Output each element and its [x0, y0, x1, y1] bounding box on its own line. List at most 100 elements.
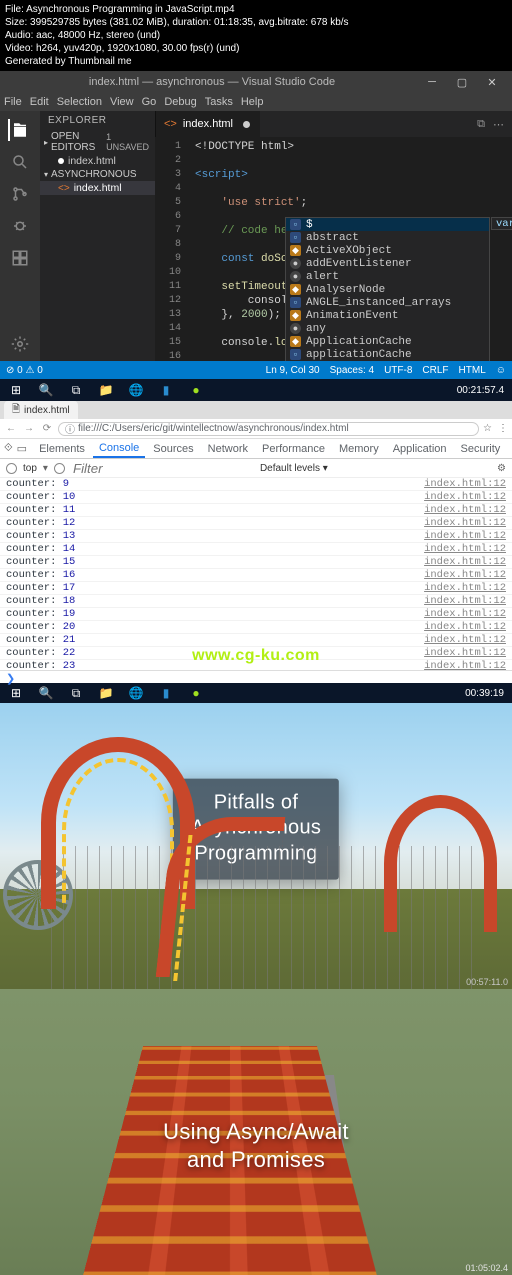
debug-activity-icon[interactable] — [9, 215, 31, 237]
clear-console-icon[interactable] — [6, 463, 17, 474]
chrome-taskbar-icon[interactable]: 🌐 — [122, 380, 150, 400]
open-editors-section[interactable]: ▸OPEN EDITORS1 UNSAVED — [40, 130, 155, 154]
menu-view[interactable]: View — [110, 96, 134, 108]
code-editor[interactable]: 123456789101112131415161718192021222324 … — [155, 137, 512, 361]
split-editor-icon[interactable]: ⧉ — [477, 118, 485, 131]
menu-go[interactable]: Go — [142, 96, 157, 108]
source-link[interactable]: index.html:12 — [424, 530, 506, 542]
maximize-button[interactable]: ▢ — [448, 72, 476, 92]
console-row: counter: 18index.html:12 — [0, 595, 512, 608]
source-link[interactable]: index.html:12 — [424, 478, 506, 490]
open-editor-file[interactable]: index.html — [40, 154, 155, 168]
status-cursor-pos[interactable]: Ln 9, Col 30 — [266, 365, 320, 376]
chrome-menu-icon[interactable]: ⋮ — [498, 423, 508, 434]
devtools-tab-sources[interactable]: Sources — [147, 441, 199, 457]
suggestion-item[interactable]: ▫$ — [286, 218, 489, 231]
suggestion-item[interactable]: ●alert — [286, 270, 489, 283]
status-indent[interactable]: Spaces: 4 — [330, 365, 374, 376]
devtools-tab-performance[interactable]: Performance — [256, 441, 331, 457]
devtools-tab-application[interactable]: Application — [387, 441, 453, 457]
source-link[interactable]: index.html:12 — [424, 491, 506, 503]
vscode-taskbar-icon[interactable]: ▮ — [152, 684, 180, 702]
minimize-button[interactable]: ─ — [418, 72, 446, 92]
device-toggle-icon[interactable]: ▭ — [17, 442, 27, 455]
console-prompt[interactable]: ❯ — [0, 670, 512, 683]
source-link[interactable]: index.html:12 — [424, 647, 506, 659]
search-taskbar-icon[interactable]: 🔍 — [32, 380, 60, 400]
suggestion-item[interactable]: ◆AnimationEvent — [286, 309, 489, 322]
menu-edit[interactable]: Edit — [30, 96, 49, 108]
app-taskbar-icon[interactable]: ● — [182, 684, 210, 702]
explorer-taskbar-icon[interactable]: 📁 — [92, 684, 120, 702]
source-link[interactable]: index.html:12 — [424, 608, 506, 620]
status-language[interactable]: HTML — [459, 365, 486, 376]
chrome-taskbar-icon[interactable]: 🌐 — [122, 684, 150, 702]
address-bar[interactable]: ⓘfile:///C:/Users/eric/git/wintellectnow… — [58, 422, 479, 436]
filter-eye-icon[interactable] — [54, 463, 65, 474]
menu-help[interactable]: Help — [241, 96, 264, 108]
devtools-tab-console[interactable]: Console — [93, 440, 145, 458]
source-link[interactable]: index.html:12 — [424, 517, 506, 529]
manage-gear-icon[interactable] — [9, 333, 31, 355]
reload-button[interactable]: ⟳ — [40, 423, 54, 434]
source-link[interactable]: index.html:12 — [424, 634, 506, 646]
editor-tab-index-html[interactable]: <> index.html — [155, 111, 260, 137]
status-feedback-icon[interactable]: ☺ — [496, 365, 506, 376]
suggestion-item[interactable]: ◆ApplicationCache — [286, 335, 489, 348]
forward-button[interactable]: → — [22, 423, 36, 434]
console-settings-icon[interactable]: ⚙ — [497, 463, 506, 474]
source-link[interactable]: index.html:12 — [424, 621, 506, 633]
workspace-section[interactable]: ▾ASYNCHRONOUS — [40, 168, 155, 181]
bookmark-star-icon[interactable]: ☆ — [483, 423, 492, 434]
log-levels-dropdown[interactable]: Default levels ▾ — [260, 463, 328, 474]
task-view-icon[interactable]: ⧉ — [62, 684, 90, 702]
status-problems[interactable]: ⊘ 0 ⚠ 0 — [6, 365, 43, 376]
suggestion-item[interactable]: ◆AnalyserNode — [286, 283, 489, 296]
filter-input[interactable] — [71, 461, 254, 475]
source-link[interactable]: index.html:12 — [424, 504, 506, 516]
menu-tasks[interactable]: Tasks — [205, 96, 233, 108]
devtools-tab-network[interactable]: Network — [202, 441, 254, 457]
source-link[interactable]: index.html:12 — [424, 569, 506, 581]
devtools-tab-security[interactable]: Security — [455, 441, 507, 457]
menu-file[interactable]: File — [4, 96, 22, 108]
task-view-icon[interactable]: ⧉ — [62, 380, 90, 400]
more-actions-icon[interactable]: ⋯ — [493, 118, 504, 131]
context-dropdown[interactable]: top — [23, 463, 37, 474]
devtools-tab-memory[interactable]: Memory — [333, 441, 385, 457]
explorer-taskbar-icon[interactable]: 📁 — [92, 380, 120, 400]
suggestion-item[interactable]: ●any — [286, 322, 489, 335]
search-activity-icon[interactable] — [9, 151, 31, 173]
status-eol[interactable]: CRLF — [422, 365, 448, 376]
source-link[interactable]: index.html:12 — [424, 660, 506, 670]
status-encoding[interactable]: UTF-8 — [384, 365, 412, 376]
source-link[interactable]: index.html:12 — [424, 543, 506, 555]
suggestion-item[interactable]: ▫abstract — [286, 231, 489, 244]
app-taskbar-icon[interactable]: ● — [182, 380, 210, 400]
search-taskbar-icon[interactable]: 🔍 — [32, 684, 60, 702]
menu-debug[interactable]: Debug — [164, 96, 196, 108]
suggestion-item[interactable]: ▫ANGLE_instanced_arrays — [286, 296, 489, 309]
suggestion-item[interactable]: ◆ActiveXObject — [286, 244, 489, 257]
menu-selection[interactable]: Selection — [57, 96, 102, 108]
start-button[interactable]: ⊞ — [2, 380, 30, 400]
workspace-file[interactable]: <>index.html — [40, 181, 155, 195]
start-button[interactable]: ⊞ — [2, 684, 30, 702]
explorer-activity-icon[interactable] — [8, 119, 30, 141]
suggestion-item[interactable]: ●addEventListener — [286, 257, 489, 270]
suggestion-item[interactable]: ▫applicationCache — [286, 348, 489, 361]
intellisense-popup[interactable]: ▫$ ▫abstract ◆ActiveXObject ●addEventLis… — [285, 217, 490, 361]
devtools-tab-audits[interactable]: Audits — [508, 441, 512, 457]
source-link[interactable]: index.html:12 — [424, 582, 506, 594]
vscode-taskbar-icon[interactable]: ▮ — [152, 380, 180, 400]
source-link[interactable]: index.html:12 — [424, 595, 506, 607]
back-button[interactable]: ← — [4, 423, 18, 434]
extensions-activity-icon[interactable] — [9, 247, 31, 269]
console-output[interactable]: counter: 9index.html:12counter: 10index.… — [0, 478, 512, 670]
scm-activity-icon[interactable] — [9, 183, 31, 205]
inspect-element-icon[interactable]: ⟐ — [4, 442, 13, 455]
source-link[interactable]: index.html:12 — [424, 556, 506, 568]
devtools-tab-elements[interactable]: Elements — [33, 441, 91, 457]
close-button[interactable]: ✕ — [478, 72, 506, 92]
chrome-tab[interactable]: 🗎 index.html — [4, 401, 78, 419]
